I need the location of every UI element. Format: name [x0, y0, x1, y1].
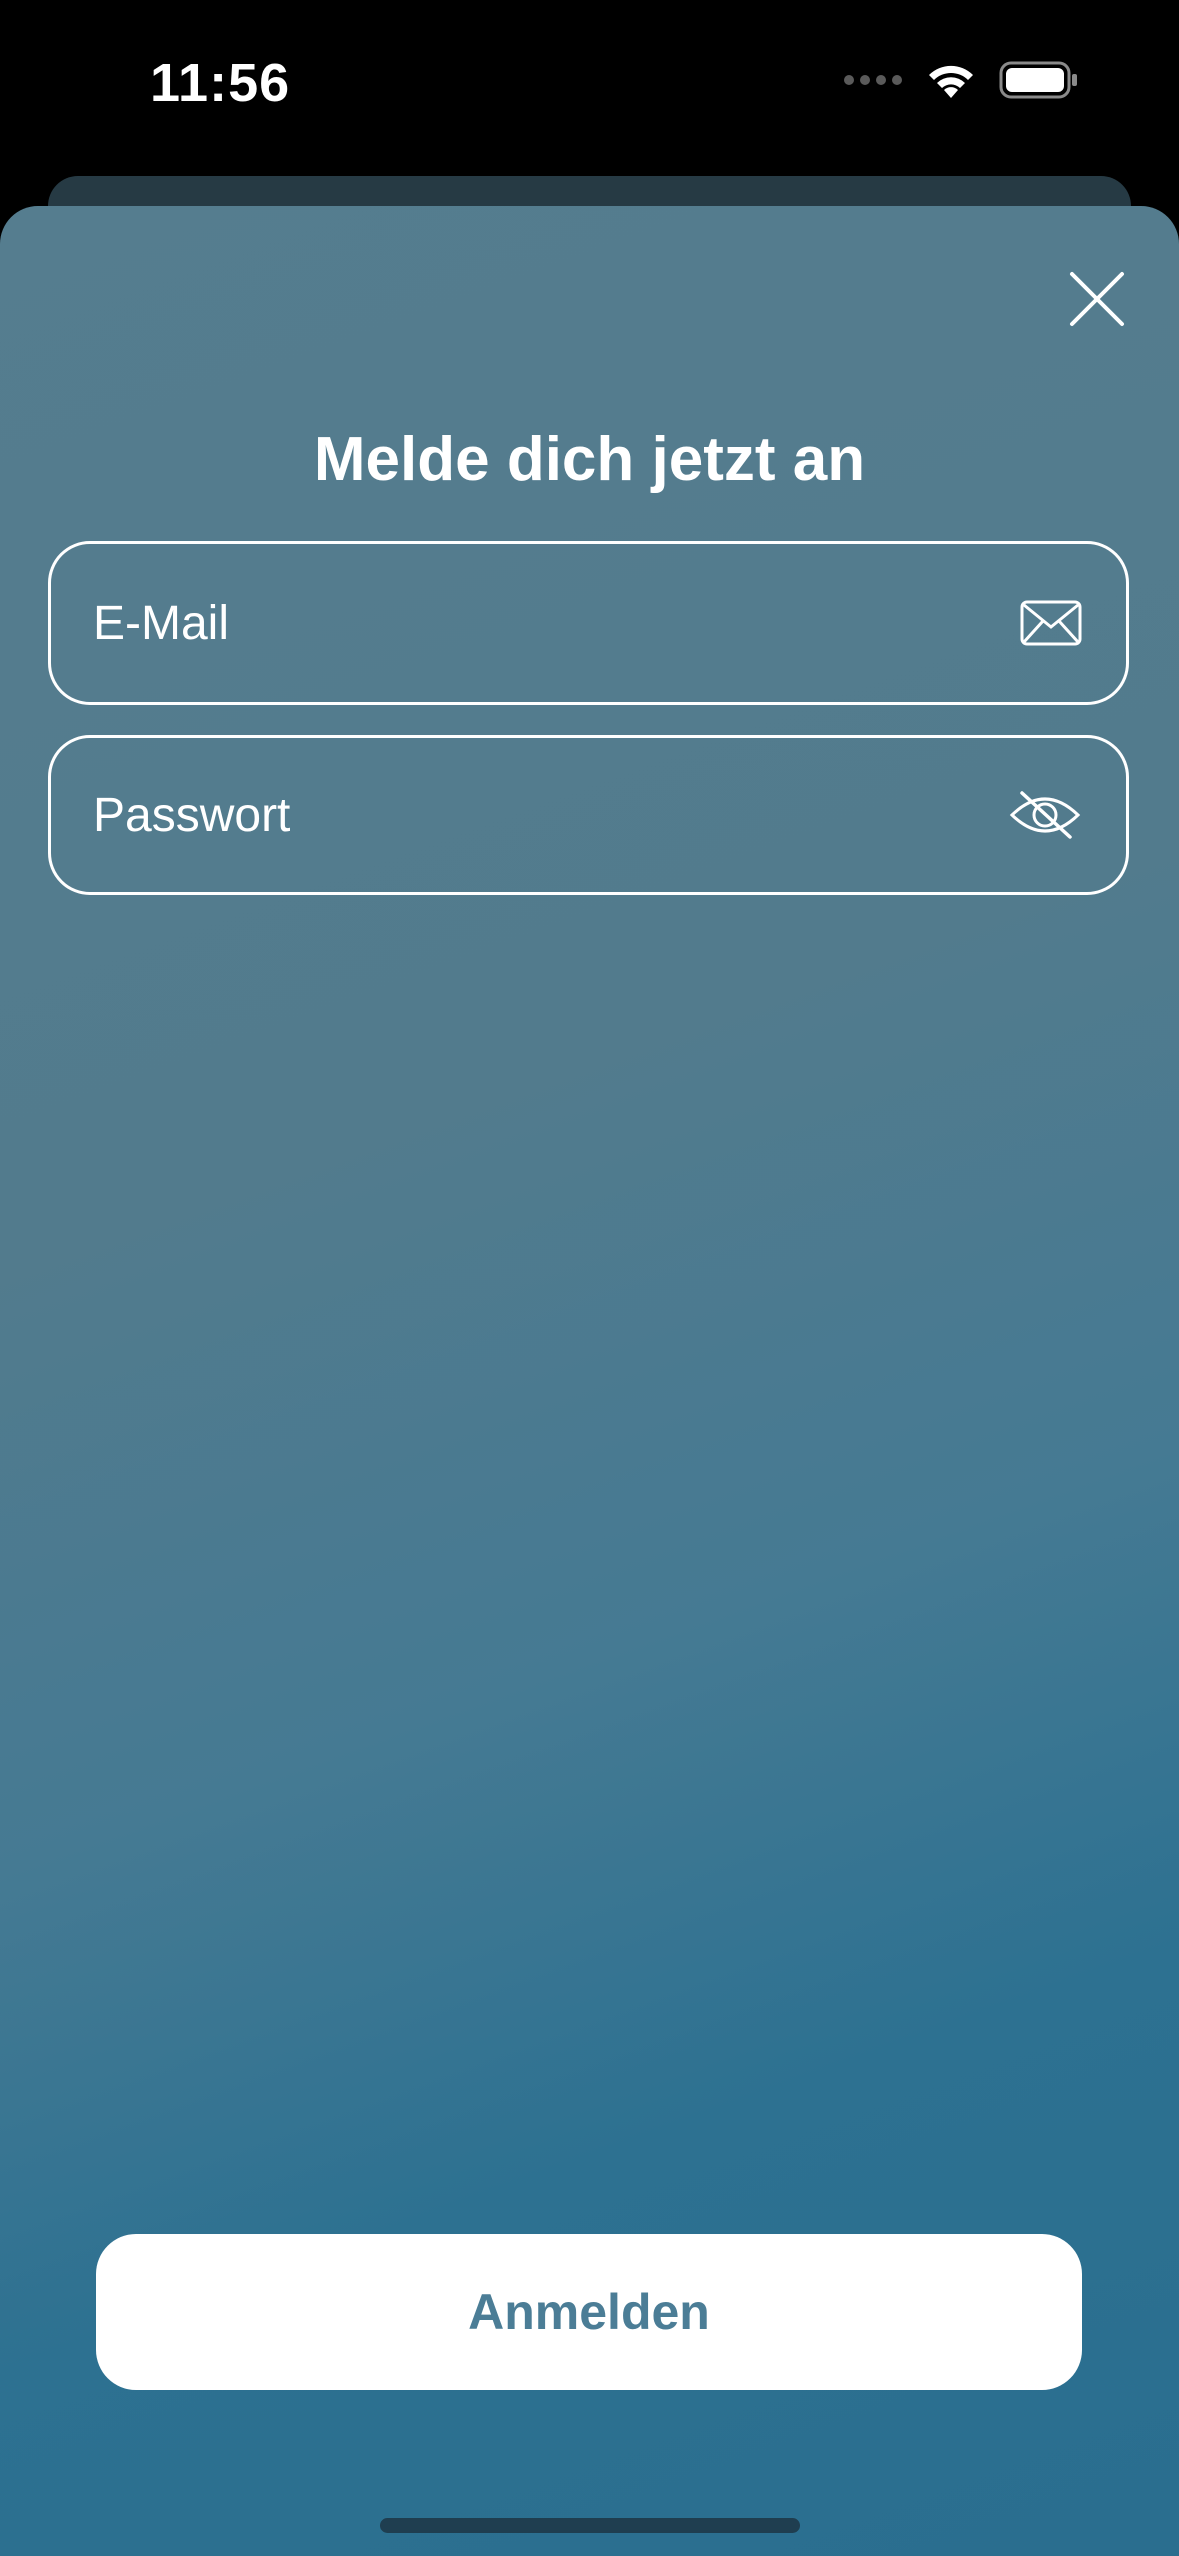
login-sheet: Melde dich jetzt an E-Mail Anmelden: [0, 206, 1179, 2556]
signal-dots-icon: [843, 73, 903, 92]
battery-icon: [999, 60, 1079, 105]
home-indicator[interactable]: [380, 2518, 800, 2533]
close-button[interactable]: [1062, 264, 1132, 334]
eye-slash-icon[interactable]: [1008, 789, 1082, 841]
envelope-icon: [1020, 600, 1082, 646]
wifi-icon: [925, 60, 977, 105]
password-input[interactable]: [93, 738, 973, 892]
close-icon: [1070, 272, 1124, 326]
status-icons: [843, 60, 1079, 105]
login-button[interactable]: Anmelden: [96, 2234, 1082, 2390]
email-input[interactable]: [93, 544, 973, 702]
login-screen: 11:56 Melde dich jetzt an E-Mail Anmelde…: [0, 0, 1179, 2556]
page-title: Melde dich jetzt an: [313, 425, 866, 494]
status-time: 11:56: [150, 53, 291, 113]
email-field-container: [48, 541, 1129, 705]
password-field-container: [48, 735, 1129, 895]
status-bar: 11:56: [0, 0, 1179, 175]
